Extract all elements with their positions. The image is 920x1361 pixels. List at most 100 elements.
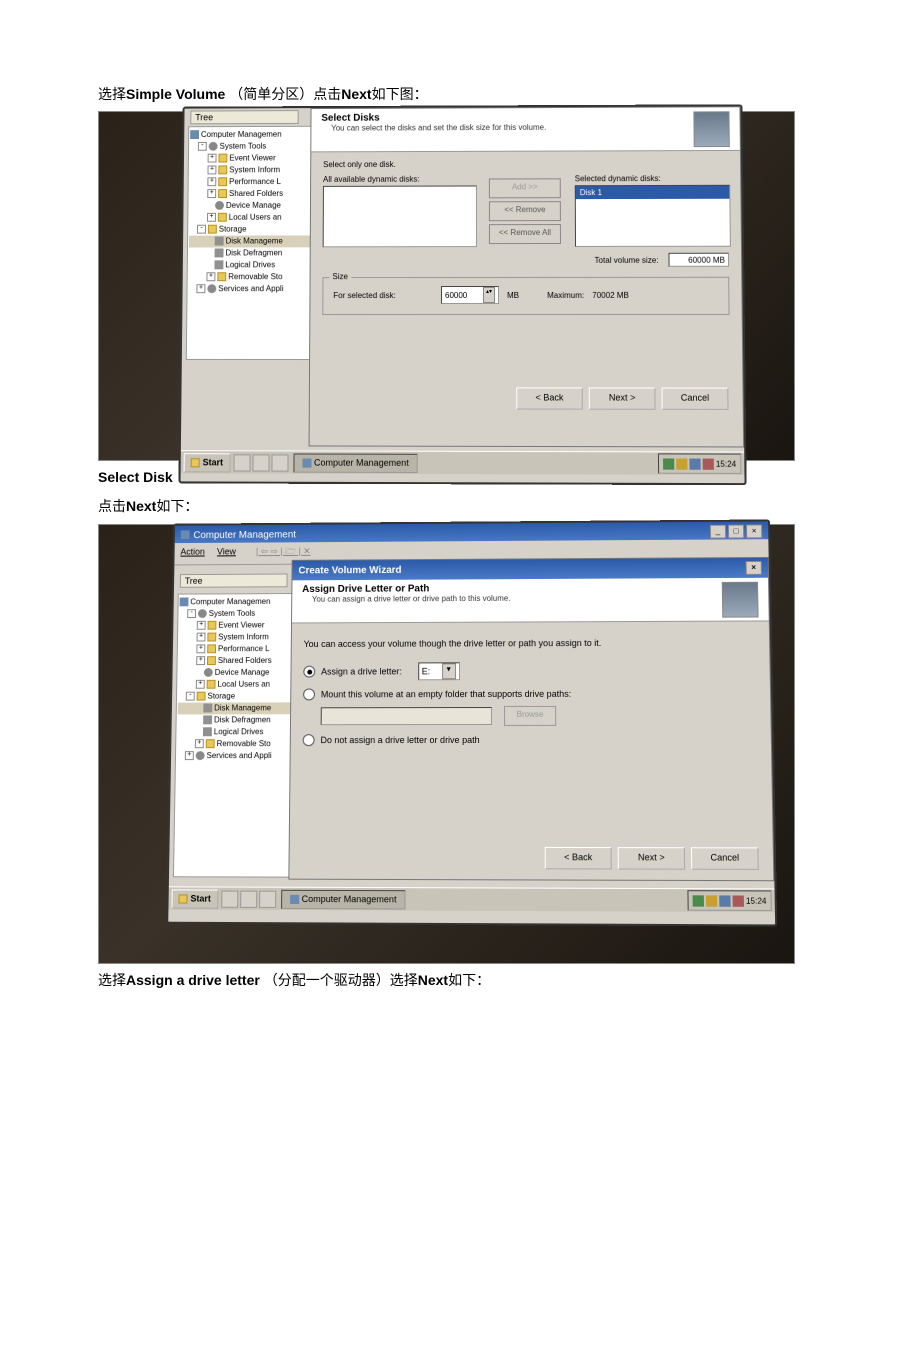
- radio-mount-folder[interactable]: [303, 688, 315, 700]
- next-button[interactable]: Next >: [589, 388, 656, 410]
- tray-icon[interactable]: [703, 458, 714, 469]
- cancel-button[interactable]: Cancel: [691, 847, 759, 870]
- add-button[interactable]: Add >>: [489, 178, 561, 198]
- expand-icon[interactable]: +: [197, 621, 206, 630]
- expand-icon[interactable]: +: [207, 178, 216, 187]
- disk-icon: [203, 703, 212, 712]
- dialog-header: Select Disks You can select the disks an…: [311, 107, 740, 152]
- defrag-icon: [215, 249, 224, 258]
- dropdown-arrow-icon[interactable]: ▼: [442, 663, 456, 679]
- size-spinner[interactable]: 60000▴▾: [441, 286, 499, 304]
- quick-launch-icon[interactable]: [271, 454, 288, 471]
- system-tray[interactable]: 15:24: [658, 454, 742, 475]
- collapse-icon[interactable]: -: [186, 692, 195, 701]
- taskbar[interactable]: Start Computer Management 15:24: [168, 886, 774, 912]
- system-tray[interactable]: 15:24: [687, 890, 771, 911]
- radio-assign-letter[interactable]: [303, 665, 315, 677]
- collapse-icon[interactable]: -: [187, 609, 196, 618]
- collapse-icon[interactable]: -: [197, 225, 206, 234]
- clock: 15:24: [746, 896, 767, 905]
- tray-icon[interactable]: [719, 894, 730, 905]
- gear-icon: [198, 609, 207, 618]
- expand-icon[interactable]: +: [185, 751, 194, 760]
- cancel-button[interactable]: Cancel: [661, 388, 728, 410]
- expand-icon[interactable]: +: [196, 680, 205, 689]
- expand-icon[interactable]: +: [196, 656, 205, 665]
- caption-3: 选择Assign a drive letter （分配一个驱动器）选择Next如…: [98, 968, 820, 993]
- back-button[interactable]: < Back: [516, 388, 583, 410]
- wizard-icon: [693, 111, 729, 147]
- next-button[interactable]: Next >: [618, 847, 685, 870]
- windows-icon: [191, 458, 200, 467]
- size-group: Size For selected disk: 60000▴▾ MB Maxim…: [322, 277, 729, 315]
- expand-icon[interactable]: +: [196, 285, 205, 294]
- app-icon: [181, 530, 190, 539]
- folder-icon: [208, 621, 217, 630]
- drive-letter-combo[interactable]: E:▼: [418, 662, 460, 680]
- available-disks-list[interactable]: [323, 186, 477, 248]
- remove-button[interactable]: << Remove: [489, 201, 561, 221]
- maximize-button[interactable]: □: [728, 524, 744, 538]
- tray-icon[interactable]: [706, 894, 717, 905]
- browse-button[interactable]: Browse: [504, 705, 556, 725]
- remove-all-button[interactable]: << Remove All: [489, 224, 561, 244]
- expand-icon[interactable]: +: [197, 633, 206, 642]
- screenshot-2: Computer Management _ □ × Action View | …: [98, 524, 795, 964]
- mount-path-input[interactable]: [321, 707, 492, 725]
- collapse-icon[interactable]: -: [198, 142, 207, 151]
- disk1-item[interactable]: Disk 1: [576, 186, 730, 199]
- taskbar-app[interactable]: Computer Management: [293, 453, 418, 473]
- taskbar[interactable]: Start Computer Management 15:24: [181, 450, 745, 475]
- expand-icon[interactable]: +: [206, 273, 215, 282]
- disk-icon: [215, 237, 224, 246]
- selected-disks-list[interactable]: Disk 1: [575, 185, 731, 247]
- tree-label: Tree: [190, 110, 298, 124]
- quick-launch-icon[interactable]: [221, 890, 238, 907]
- expand-icon[interactable]: +: [207, 190, 216, 199]
- expand-icon[interactable]: +: [195, 739, 204, 748]
- quick-launch-icon[interactable]: [233, 454, 250, 471]
- select-one-label: Select only one disk.: [323, 159, 728, 169]
- wizard-icon: [722, 581, 759, 617]
- close-button[interactable]: ×: [746, 524, 762, 538]
- tree-disk-management[interactable]: Disk Manageme: [189, 236, 310, 248]
- tray-icon[interactable]: [732, 895, 743, 906]
- menu-view[interactable]: View: [217, 546, 236, 556]
- drives-icon: [203, 727, 212, 736]
- spinner-arrows-icon[interactable]: ▴▾: [483, 287, 495, 303]
- taskbar-app[interactable]: Computer Management: [281, 889, 406, 909]
- folder-icon: [206, 739, 215, 748]
- minimize-button[interactable]: _: [710, 524, 726, 538]
- expand-icon[interactable]: +: [207, 213, 216, 222]
- nav-tree[interactable]: Computer Managemen -System Tools +Event …: [186, 126, 313, 360]
- quick-launch-icon[interactable]: [259, 890, 276, 907]
- menu-action[interactable]: Action: [180, 546, 205, 556]
- close-icon[interactable]: ×: [746, 561, 762, 575]
- quick-launch-icon[interactable]: [240, 890, 257, 907]
- assign-letter-dialog: Create Volume Wizard × Assign Drive Lett…: [288, 557, 774, 881]
- tree-disk-management[interactable]: Disk Manageme: [178, 702, 298, 714]
- no-assign-label: Do not assign a drive letter or drive pa…: [320, 735, 479, 745]
- quick-launch-icon[interactable]: [252, 454, 269, 471]
- nav-tree[interactable]: Computer Managemen -System Tools +Event …: [173, 593, 301, 878]
- dialog-subtitle: You can select the disks and set the dis…: [331, 123, 693, 133]
- start-button[interactable]: Start: [184, 453, 231, 472]
- folder-icon: [218, 178, 227, 187]
- assign-letter-label: Assign a drive letter:: [321, 666, 402, 676]
- device-icon: [204, 668, 213, 677]
- app-icon: [290, 894, 299, 903]
- folder-icon: [207, 656, 216, 665]
- tray-icon[interactable]: [676, 458, 687, 469]
- folder-icon: [207, 633, 216, 642]
- radio-no-assign[interactable]: [303, 734, 315, 746]
- folder-icon: [208, 225, 217, 234]
- back-button[interactable]: < Back: [545, 846, 612, 869]
- expand-icon[interactable]: +: [208, 154, 217, 163]
- tray-icon[interactable]: [663, 458, 674, 469]
- expand-icon[interactable]: +: [207, 166, 216, 175]
- expand-icon[interactable]: +: [196, 644, 205, 653]
- clock: 15:24: [716, 459, 736, 468]
- tray-icon[interactable]: [693, 894, 704, 905]
- tray-icon[interactable]: [689, 458, 700, 469]
- start-button[interactable]: Start: [171, 888, 218, 907]
